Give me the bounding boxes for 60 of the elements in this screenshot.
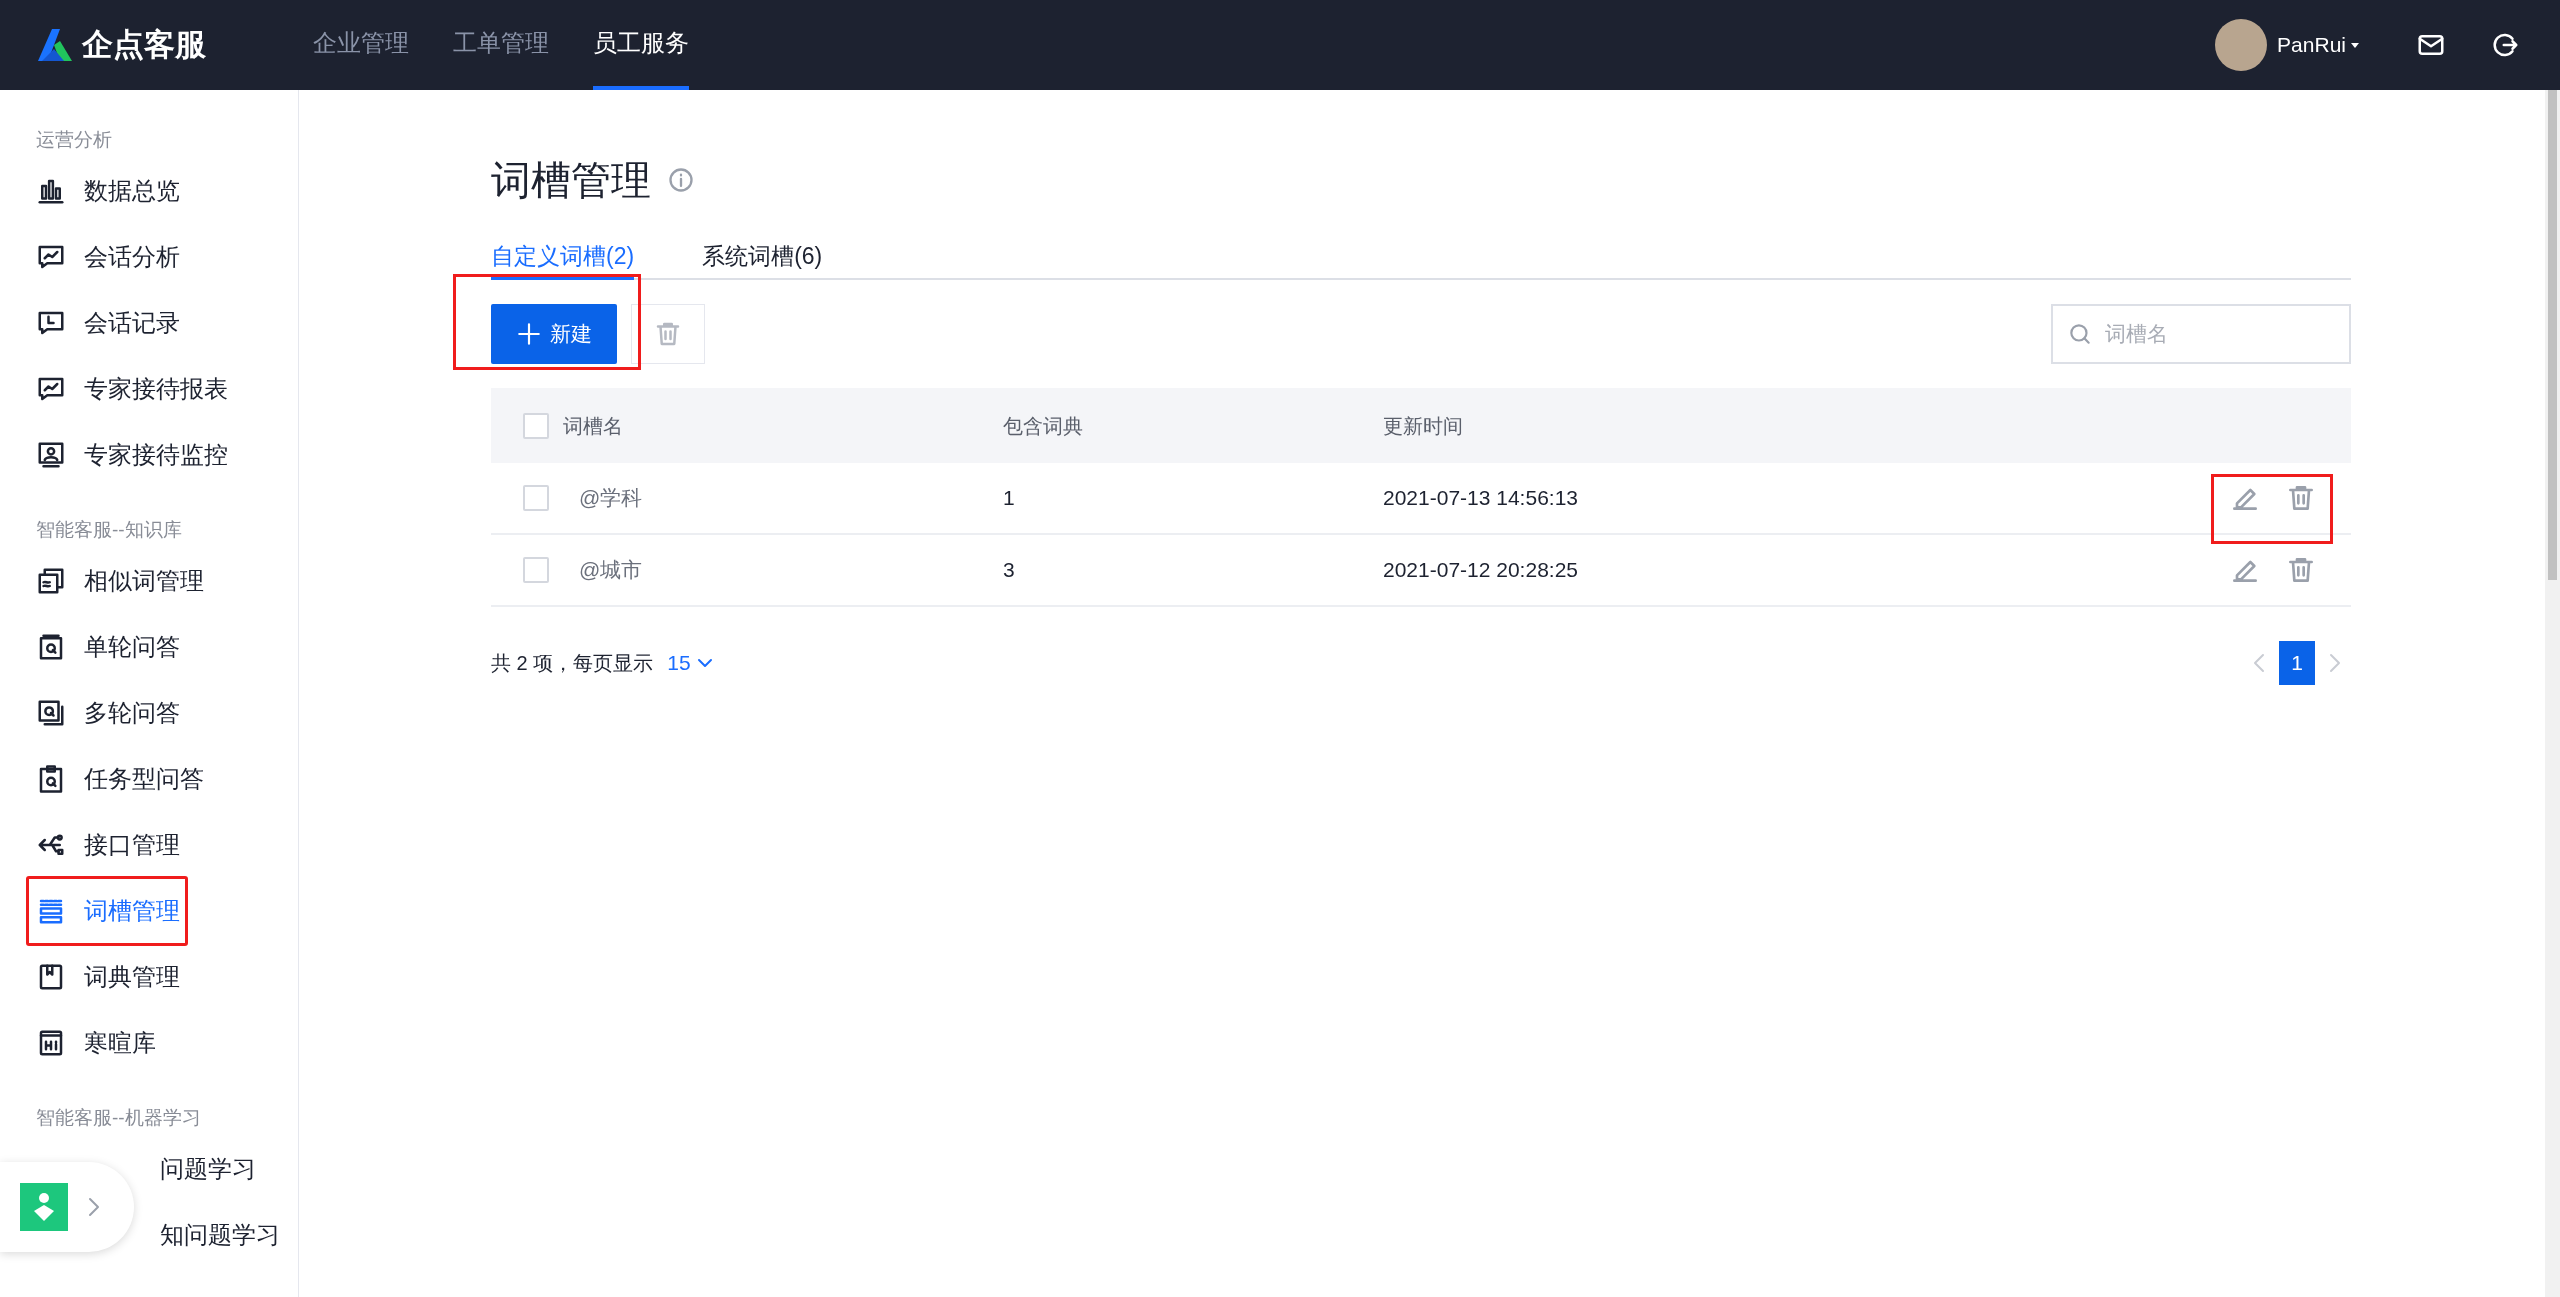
user-menu[interactable]: PanRui [2277, 29, 2360, 61]
sidebar-item[interactable]: 词典管理 [36, 959, 180, 995]
page-button[interactable]: 1 [2279, 641, 2315, 685]
assistant-icon [20, 1183, 68, 1231]
nav-tab[interactable]: 企业管理 [313, 0, 409, 90]
stacked-pages-icon [36, 566, 66, 596]
sidebar-item[interactable]: 会话分析 [36, 239, 180, 275]
sidebar-item[interactable]: 词槽管理 [36, 893, 180, 929]
sidebar-item[interactable]: 单轮问答 [36, 629, 180, 665]
avatar[interactable] [2215, 19, 2268, 71]
plus-icon [516, 321, 542, 347]
sidebar-item[interactable]: 专家接待监控 [36, 437, 228, 473]
chevron-right-icon[interactable] [2329, 653, 2341, 673]
person-screen-icon [36, 440, 66, 470]
sidebar-item[interactable]: 相似词管理 [36, 563, 204, 599]
sidebar-item[interactable]: 任务型问答 [36, 761, 204, 797]
section-title: 运营分析 [35, 128, 113, 152]
tab[interactable]: 系统词槽(6) [702, 236, 823, 280]
new-button[interactable]: 新建 [491, 304, 617, 364]
column-header: 包含词典 [1003, 413, 1084, 439]
nav-tab[interactable]: 员工服务 [593, 0, 689, 90]
search-field[interactable]: 词槽名 [2051, 304, 2351, 364]
page-title: 词槽管理 [491, 157, 651, 204]
row-checkbox[interactable] [523, 557, 549, 583]
sidebar-item[interactable]: 寒暄库 [36, 1025, 156, 1061]
column-header: 词槽名 [563, 413, 624, 439]
table-cell: @城市 [579, 558, 643, 582]
sidebar-item[interactable]: 多轮问答 [36, 695, 180, 731]
table-cell: 2021-07-12 20:28:25 [1383, 558, 1578, 582]
brand-name: 企点客服 [82, 25, 206, 64]
section-title: 智能客服--知识库 [35, 518, 183, 542]
section-title: 智能客服--机器学习 [35, 1106, 202, 1130]
search-icon [2067, 321, 2093, 347]
caret-icon [2350, 40, 2360, 50]
page-size-select[interactable]: 15 [667, 647, 713, 679]
table-cell: 3 [1003, 558, 1015, 582]
sidebar-item[interactable]: 知问题学习 [160, 1217, 280, 1253]
delete-button[interactable] [631, 304, 705, 364]
sidebar-item[interactable]: 问题学习 [160, 1151, 256, 1187]
sidebar-item[interactable]: 数据总览 [36, 173, 180, 209]
select-all-checkbox[interactable] [523, 412, 549, 439]
sidebar-item[interactable]: 专家接待报表 [36, 371, 228, 407]
tab[interactable]: 自定义词槽(2) [491, 236, 635, 280]
floating-widget[interactable] [0, 1162, 134, 1252]
table-cell: 2021-07-13 14:56:13 [1383, 486, 1578, 510]
row-checkbox[interactable] [523, 485, 549, 511]
chevron-down-icon [696, 658, 713, 668]
scrollbar[interactable] [2545, 90, 2560, 1297]
chevron-right-icon [88, 1197, 100, 1217]
column-header: 更新时间 [1383, 413, 1464, 439]
table-cell: @学科 [579, 486, 643, 510]
pagination-summary: 共 2 项，每页显示 [491, 651, 654, 676]
sidebar-item[interactable]: 会话记录 [36, 305, 180, 341]
chevron-left-icon[interactable] [2253, 653, 2265, 673]
scrollbar-thumb[interactable] [2548, 90, 2557, 580]
sidebar-item[interactable]: 接口管理 [36, 827, 180, 863]
table-cell: 1 [1003, 486, 1015, 510]
info-icon[interactable] [667, 166, 695, 194]
q-stack-icon [36, 698, 66, 728]
nav-tab[interactable]: 工单管理 [453, 0, 549, 90]
